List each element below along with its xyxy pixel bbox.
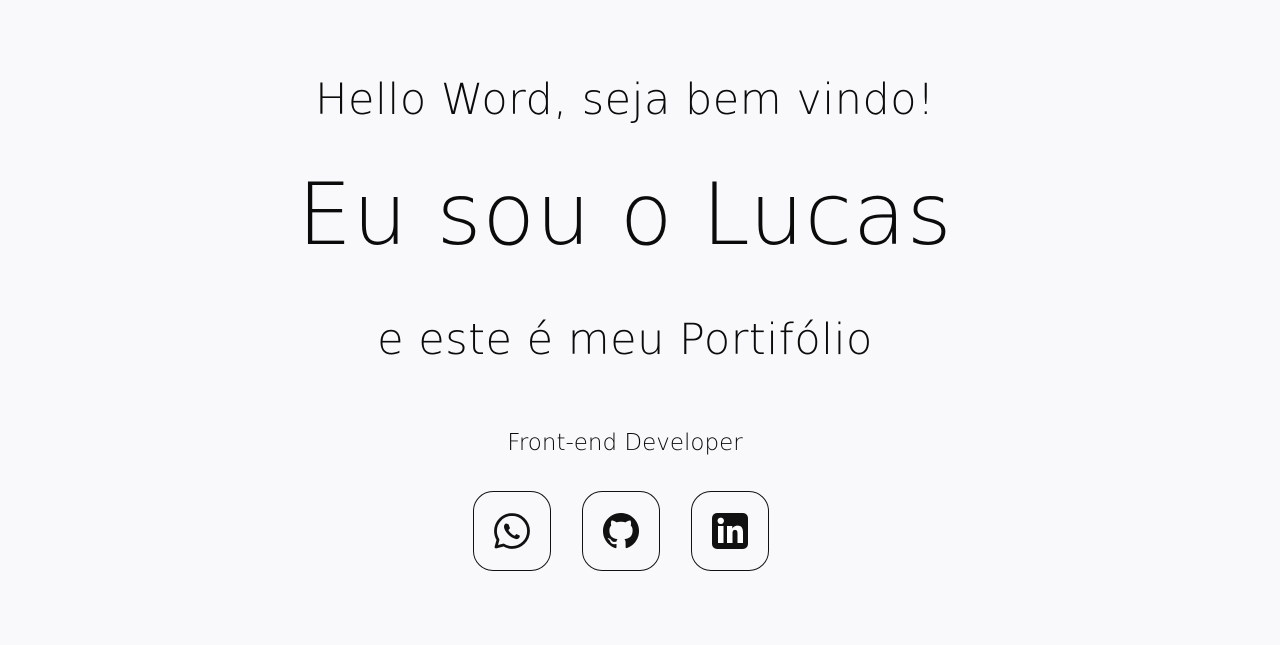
linkedin-icon xyxy=(712,513,748,549)
hero-section: Hello Word, seja bem vindo! Eu sou o Luc… xyxy=(0,0,1280,645)
whatsapp-icon xyxy=(494,513,530,549)
whatsapp-button[interactable] xyxy=(473,491,551,571)
github-button[interactable] xyxy=(582,491,660,571)
greeting-text: Hello Word, seja bem vindo! xyxy=(315,75,935,125)
subline-text: e este é meu Portifólio xyxy=(377,315,873,365)
headline-title: Eu sou o Lucas xyxy=(297,165,953,265)
role-text: Front-end Developer xyxy=(507,430,743,456)
social-links xyxy=(473,491,769,571)
linkedin-button[interactable] xyxy=(691,491,769,571)
github-icon xyxy=(603,513,639,549)
